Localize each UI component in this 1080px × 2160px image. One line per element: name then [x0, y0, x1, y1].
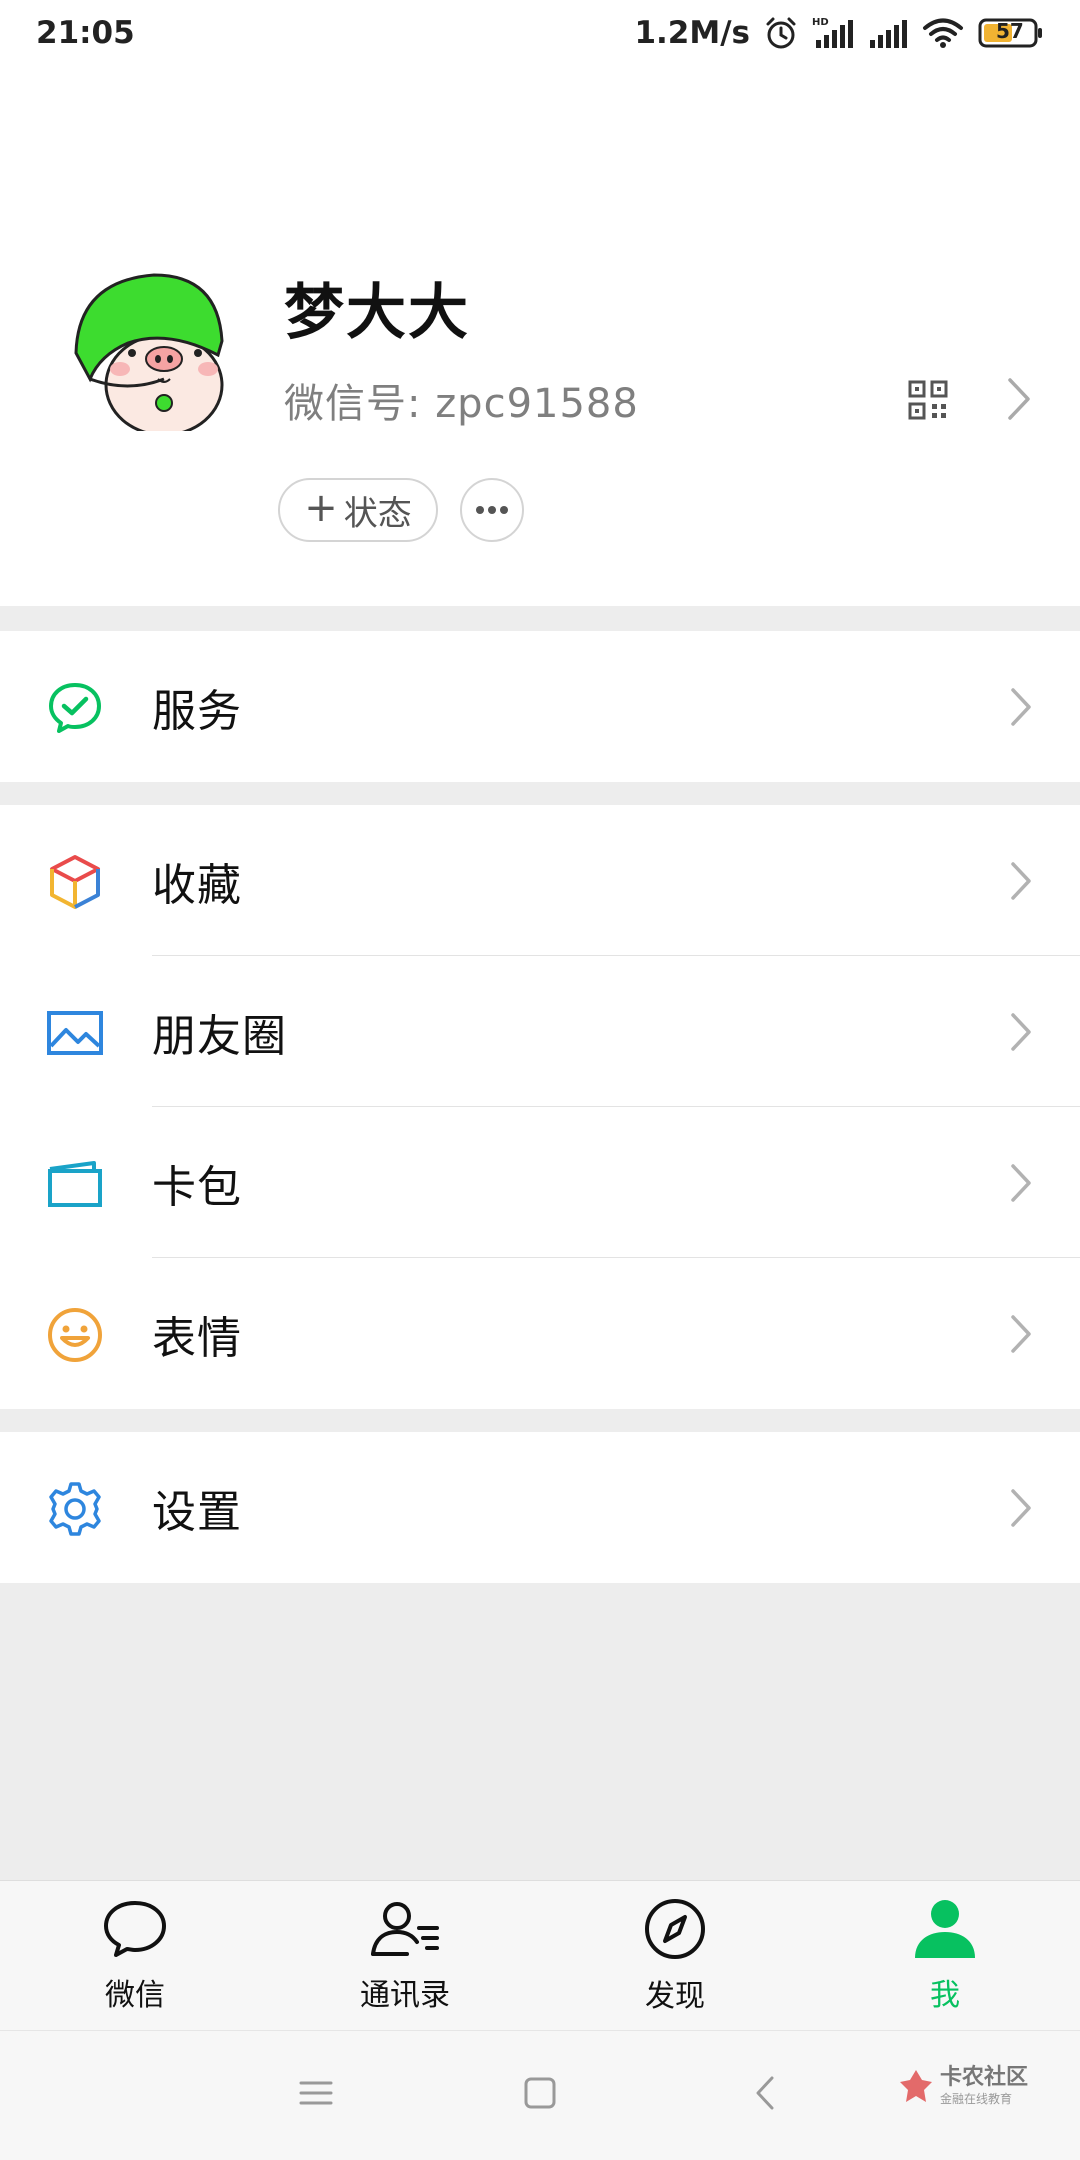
tab-label: 发现 — [645, 1978, 705, 2014]
services-icon — [46, 679, 104, 737]
chevron-right-icon — [1010, 1488, 1032, 1528]
back-arrow-icon[interactable] — [752, 2075, 778, 2115]
menu-label-moments: 朋友圈 — [152, 1010, 287, 1062]
qr-code-icon[interactable] — [908, 380, 948, 420]
plus-icon: + — [304, 485, 338, 531]
menu-lines-icon[interactable] — [298, 2075, 334, 2115]
menu-label-favorites: 收藏 — [152, 859, 242, 911]
profile-chevron-icon[interactable] — [1006, 376, 1032, 422]
services-group: 服务 — [0, 631, 1080, 782]
menu-item-services[interactable]: 服务 — [0, 631, 1080, 782]
favorites-cube-icon — [46, 853, 104, 911]
wifi-icon — [922, 16, 964, 50]
card-wallet-icon — [46, 1155, 104, 1213]
chevron-right-icon — [1010, 687, 1032, 727]
menu-label-cards: 卡包 — [152, 1161, 242, 1213]
features-group: 收藏 朋友圈 卡包 表情 — [0, 805, 1080, 1409]
watermark-icon — [900, 2070, 932, 2102]
gear-icon — [46, 1480, 104, 1538]
moments-picture-icon — [46, 1004, 104, 1062]
chevron-right-icon — [1010, 1314, 1032, 1354]
menu-label-settings: 设置 — [152, 1486, 242, 1538]
smiley-face-icon — [46, 1306, 104, 1364]
watermark-logo: 卡农社区 金融在线教育 — [898, 2067, 1028, 2105]
tab-label: 微信 — [105, 1977, 165, 2013]
home-square-icon[interactable] — [522, 2075, 558, 2115]
status-button-label: 状态 — [343, 493, 412, 534]
menu-label-stickers: 表情 — [152, 1312, 242, 1364]
menu-item-favorites[interactable]: 收藏 — [0, 805, 1080, 956]
bottom-tab-bar: 微信 通讯录 发现 我 — [0, 1880, 1080, 2030]
chevron-right-icon — [1010, 1163, 1032, 1203]
person-icon — [913, 1898, 977, 1964]
svg-text:HD: HD — [812, 17, 829, 28]
tab-label: 我 — [930, 1977, 960, 2013]
status-indicators: 1.2M/s HD 57 — [634, 15, 1044, 51]
avatar[interactable] — [68, 263, 236, 431]
watermark-tagline: 金融在线教育 — [940, 2092, 1013, 2106]
tab-chats[interactable]: 微信 — [0, 1881, 270, 2030]
battery-icon: 57 — [978, 17, 1044, 49]
status-bar: 21:05 1.2M/s HD 57 — [0, 0, 1080, 66]
menu-item-cards[interactable]: 卡包 — [0, 1107, 1080, 1258]
chevron-right-icon — [1010, 1012, 1032, 1052]
net-speed: 1.2M/s — [634, 15, 750, 51]
profile-card[interactable]: 梦大大 微信号: zpc91588 + 状态 — [0, 66, 1080, 606]
tab-me[interactable]: 我 — [810, 1881, 1080, 2030]
alarm-icon — [764, 16, 798, 50]
more-button[interactable] — [460, 478, 524, 542]
watermark-name: 卡农社区 — [940, 2065, 1029, 2090]
compass-icon — [643, 1897, 707, 1965]
add-status-button[interactable]: + 状态 — [278, 478, 438, 542]
tab-discover[interactable]: 发现 — [540, 1881, 810, 2030]
settings-group: 设置 — [0, 1432, 1080, 1583]
wechat-id: 微信号: zpc91588 — [284, 381, 639, 427]
me-screen: 21:05 1.2M/s HD 57 梦大大 微信号: zpc91588 + 状… — [0, 0, 1080, 2160]
more-dots-icon — [476, 506, 508, 514]
menu-item-settings[interactable]: 设置 — [0, 1432, 1080, 1583]
status-time: 21:05 — [36, 15, 135, 51]
system-navigation-bar: 卡农社区 金融在线教育 — [0, 2030, 1080, 2160]
menu-label-services: 服务 — [152, 685, 242, 737]
signal-icon — [868, 16, 908, 50]
menu-item-moments[interactable]: 朋友圈 — [0, 956, 1080, 1107]
chevron-right-icon — [1010, 861, 1032, 901]
nickname: 梦大大 — [284, 278, 470, 348]
battery-level: 57 — [996, 19, 1024, 43]
chat-bubble-icon — [102, 1898, 168, 1964]
contacts-icon — [367, 1898, 443, 1964]
menu-item-stickers[interactable]: 表情 — [0, 1258, 1080, 1409]
tab-contacts[interactable]: 通讯录 — [270, 1881, 540, 2030]
tab-label: 通讯录 — [360, 1977, 450, 2013]
hd-signal-icon: HD — [812, 16, 854, 50]
